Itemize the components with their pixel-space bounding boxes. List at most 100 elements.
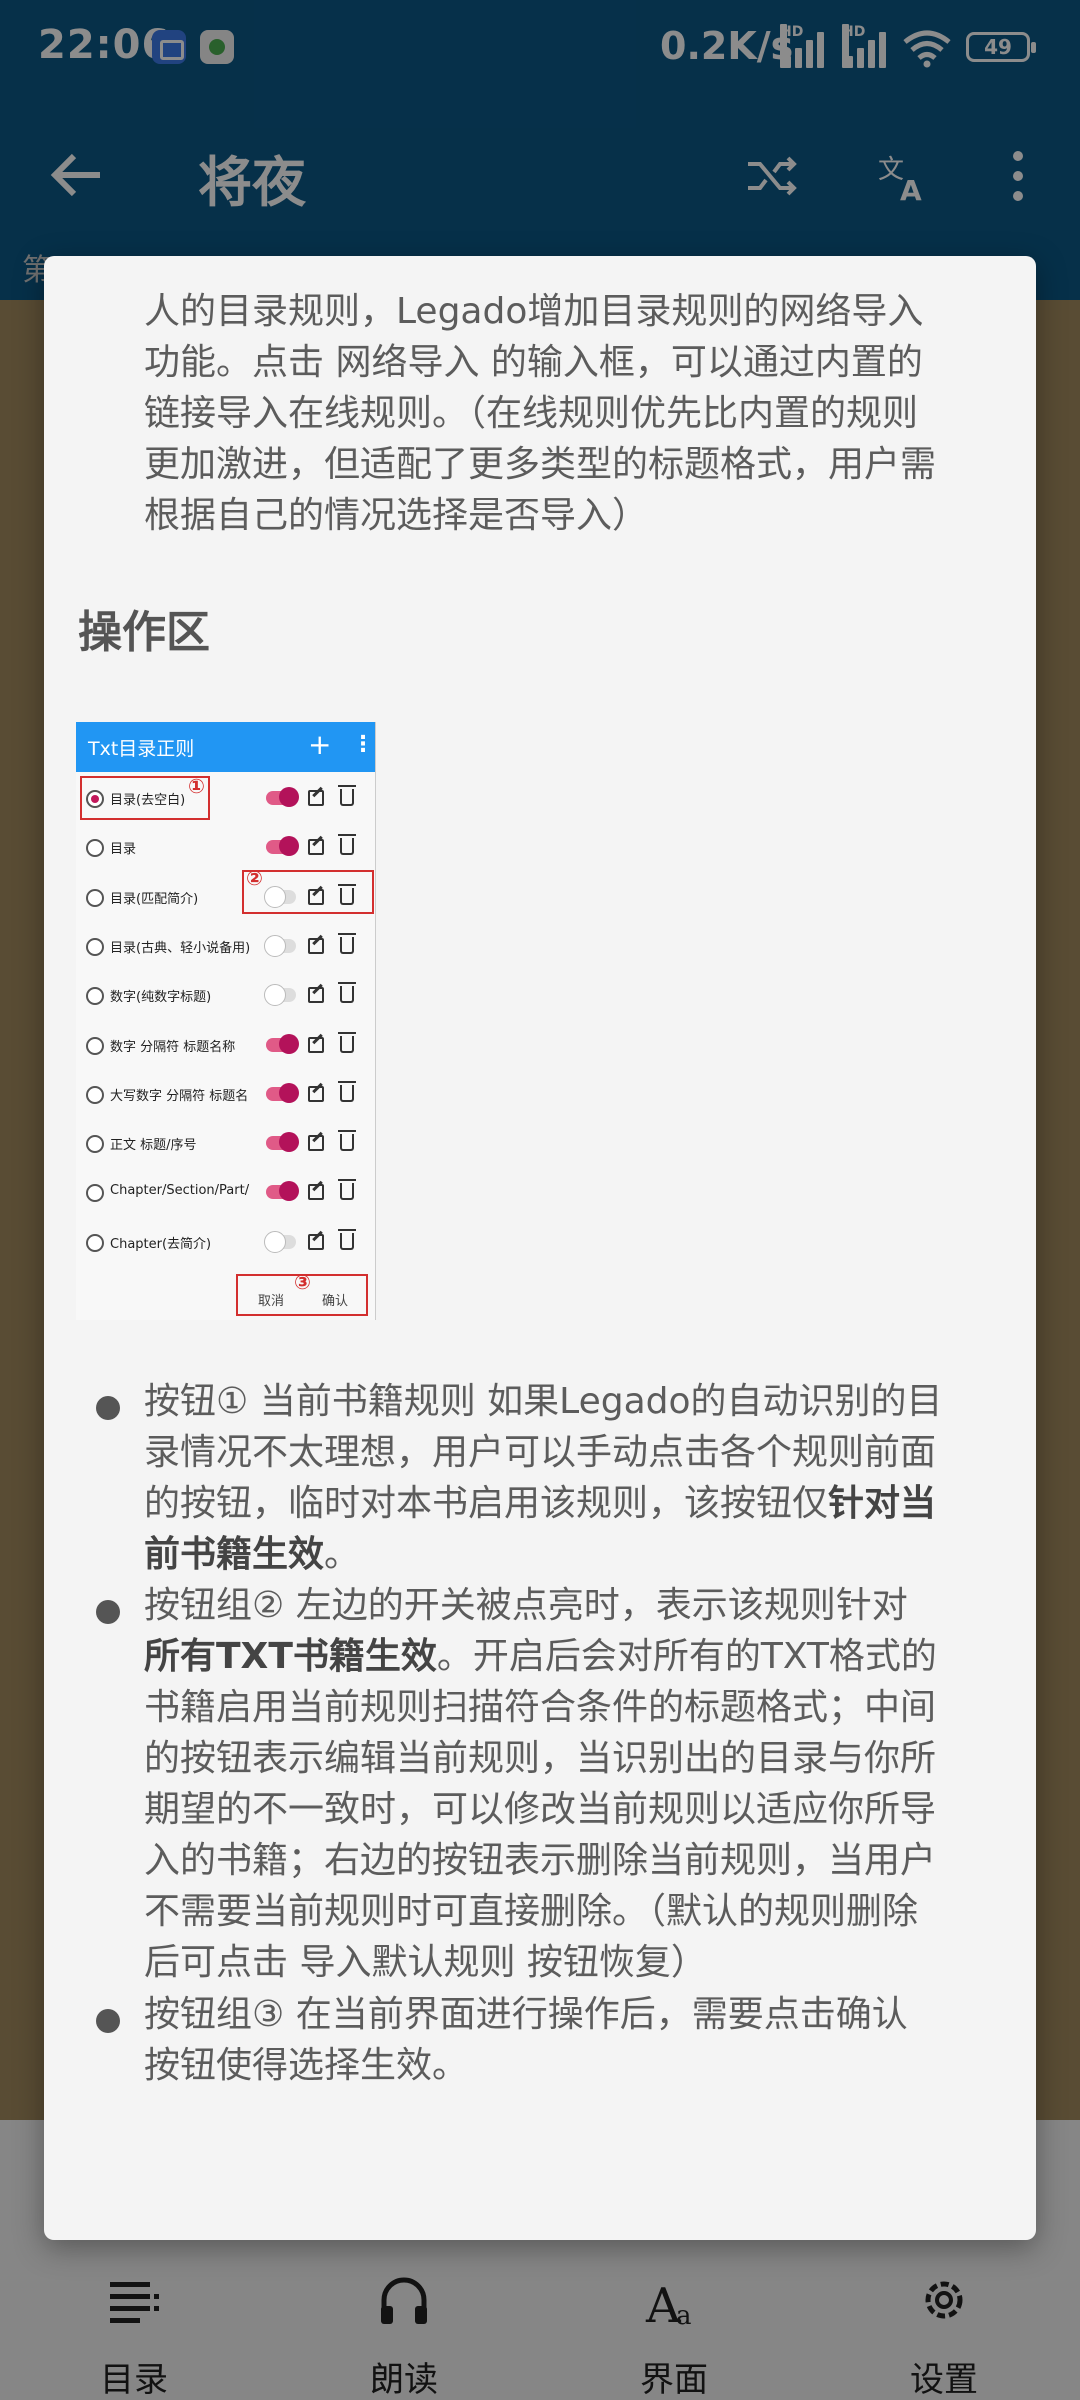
more-icon: ⋮: [352, 732, 374, 757]
bullet-line: 入的书籍；右边的按钮表示删除当前规则，当用户: [144, 1835, 1006, 1886]
screenshot-rule-label: 正文 标题/序号: [110, 1138, 197, 1154]
toggle-switch-icon: [266, 787, 299, 807]
radio-icon: [86, 937, 104, 956]
screenshot-rule-label: 大写数字 分隔符 标题名: [110, 1088, 249, 1104]
screenshot-rule-row: 大写数字 分隔符 标题名: [76, 1070, 375, 1119]
delete-icon: [338, 1179, 356, 1201]
text-span: 按钮使得选择生效。: [144, 2045, 469, 2086]
screenshot-rule-row: 正文 标题/序号: [76, 1119, 375, 1168]
delete-icon: [338, 1031, 356, 1053]
bullet-line: 书籍启用当前规则扫描符合条件的标题格式；中间: [144, 1682, 1006, 1733]
delete-icon: [338, 932, 356, 954]
screenshot-rule-label: 目录(匹配简介): [110, 891, 199, 907]
bold-text: 针对当: [828, 1483, 937, 1524]
delete-icon: [338, 785, 356, 806]
screenshot-rule-row: 目录: [76, 823, 375, 872]
edit-icon: [308, 1233, 324, 1250]
dialog-scroll-content[interactable]: 人的目录规则，Legado增加目录规则的网络导入 功能。点击 网络导入 的输入框…: [44, 256, 1036, 2240]
text-span: 入的书籍；右边的按钮表示删除当前规则，当用户: [144, 1840, 937, 1881]
screenshot-rule-row: Chapter/Section/Part/: [76, 1168, 375, 1217]
bullet-line: 后可点击 导入默认规则 按钮恢复）: [144, 1937, 1006, 1988]
text-span: 期望的不一致时，可以修改当前规则以适应你所导: [144, 1789, 937, 1830]
edit-icon: [308, 1085, 324, 1102]
bullet-line: 按钮组③ 在当前界面进行操作后，需要点击确认: [144, 1989, 1006, 2040]
screenshot-rule-row: 数字 分隔符 标题名称: [76, 1021, 375, 1070]
screenshot-rule-label: 数字 分隔符 标题名称: [110, 1039, 236, 1055]
edit-icon: [308, 1184, 324, 1201]
radio-icon: [86, 1036, 104, 1055]
radio-icon: [86, 1233, 104, 1252]
text-span: 的按钮，临时对本书启用该规则，该按钮仅: [144, 1483, 829, 1524]
text-span: 按钮组③ 在当前界面进行操作后，需要点击确认: [144, 1994, 908, 2035]
edit-icon: [308, 987, 324, 1004]
edit-icon: [308, 1135, 324, 1152]
bullet-line: 前书籍生效。: [144, 1529, 1006, 1580]
toggle-switch-icon: [266, 1132, 299, 1153]
bullet-line: 的按钮，临时对本书启用该规则，该按钮仅针对当: [144, 1478, 1006, 1529]
bullet-line: 的按钮表示编辑当前规则，当识别出的目录与你所: [144, 1733, 1006, 1784]
screenshot-rule-label: 目录: [110, 842, 137, 858]
text-span: 。: [324, 1534, 361, 1575]
screenshot-rule-row: Chapter(去简介): [76, 1218, 375, 1267]
toggle-switch-icon: [266, 1033, 299, 1054]
intro-line: 功能。点击 网络导入 的输入框，可以通过内置的: [144, 342, 923, 383]
screenshot-rule-row: 目录(古典、轻小说备用): [76, 922, 375, 971]
bullet-line: 不需要当前规则时可直接删除。（默认的规则删除: [144, 1886, 1006, 1937]
text-span: 按钮① 当前书籍规则 如果Legado的自动识别的目: [144, 1381, 943, 1422]
marker-3: ③: [294, 1270, 311, 1294]
screenshot-rule-label: 数字(纯数字标题): [110, 990, 212, 1006]
radio-icon: [86, 1085, 104, 1104]
edit-icon: [308, 839, 324, 856]
intro-line: 链接导入在线规则。（在线规则优先比内置的规则: [144, 393, 919, 434]
text-span: 。开启后会对所有的TXT格式的: [436, 1636, 937, 1677]
screenshot-rule-label: 目录(古典、轻小说备用): [110, 940, 251, 956]
edit-icon: [308, 790, 324, 806]
toggle-switch-icon: [266, 836, 299, 857]
text-span: 不需要当前规则时可直接删除。（默认的规则删除: [144, 1891, 919, 1932]
radio-icon: [86, 888, 104, 907]
screenshot-rule-row: 数字(纯数字标题): [76, 971, 375, 1020]
radio-icon: [86, 987, 104, 1006]
bullet-line: 按钮① 当前书籍规则 如果Legado的自动识别的目: [144, 1376, 1006, 1427]
edit-icon: [308, 1036, 324, 1053]
embedded-screenshot: Txt目录正则 + ⋮ 目录(去空白) 目录 目录(匹配简介) 目录(古典、轻小说备用…: [76, 722, 376, 1320]
text-span: 书籍启用当前规则扫描符合条件的标题格式；中间: [144, 1687, 937, 1728]
intro-line: 根据自己的情况选择是否导入）: [144, 495, 649, 536]
bullet-line: 按钮组② 左边的开关被点亮时，表示该规则针对: [144, 1580, 1006, 1631]
intro-line: 更加激进，但适配了更多类型的标题格式，用户需: [144, 444, 937, 485]
bullet-dot: [96, 1600, 120, 1624]
delete-icon: [338, 1130, 356, 1152]
bullet-line: 录情况不太理想，用户可以手动点击各个规则前面: [144, 1427, 1006, 1478]
bullet-line: 期望的不一致时，可以修改当前规则以适应你所导: [144, 1784, 1006, 1835]
text-span: 的按钮表示编辑当前规则，当识别出的目录与你所: [144, 1738, 937, 1779]
text-span: 录情况不太理想，用户可以手动点击各个规则前面: [144, 1432, 937, 1473]
bullet-text-3: 按钮组③ 在当前界面进行操作后，需要点击确认 按钮使得选择生效。: [144, 1989, 1006, 2091]
add-icon: +: [308, 728, 332, 761]
toggle-switch-icon: [266, 1181, 299, 1202]
delete-icon: [338, 834, 356, 856]
screenshot-title: Txt目录正则: [88, 738, 195, 760]
bullet-line: 所有TXT书籍生效。开启后会对所有的TXT格式的: [144, 1631, 1006, 1682]
screenshot-header: Txt目录正则 + ⋮: [76, 722, 375, 772]
bold-text: 所有TXT书籍生效: [144, 1636, 437, 1677]
text-span: 后可点击 导入默认规则 按钮恢复）: [144, 1942, 707, 1983]
intro-paragraph: 人的目录规则，Legado增加目录规则的网络导入 功能。点击 网络导入 的输入框…: [144, 286, 1006, 541]
section-title: 操作区: [78, 607, 210, 658]
radio-icon: [86, 839, 104, 858]
help-dialog: 人的目录规则，Legado增加目录规则的网络导入 功能。点击 网络导入 的输入框…: [44, 256, 1036, 2240]
bullet-text-1: 按钮① 当前书籍规则 如果Legado的自动识别的目 录情况不太理想，用户可以手动…: [144, 1376, 1006, 1580]
toggle-switch-icon: [264, 984, 296, 1007]
toggle-switch-icon: [264, 1230, 296, 1253]
screenshot-rule-label: Chapter(去简介): [110, 1236, 212, 1252]
marker-1: ①: [188, 774, 205, 798]
marker-2: ②: [246, 866, 263, 890]
bullet-line: 按钮使得选择生效。: [144, 2040, 1006, 2091]
bullet-dot: [96, 1396, 120, 1420]
delete-icon: [338, 1228, 356, 1250]
radio-icon: [86, 1135, 104, 1154]
screenshot-rule-label: Chapter/Section/Part/: [110, 1183, 250, 1199]
bold-text: 前书籍生效: [144, 1534, 325, 1575]
bullet-dot: [96, 2009, 120, 2033]
radio-icon: [86, 1184, 104, 1203]
edit-icon: [308, 937, 324, 954]
